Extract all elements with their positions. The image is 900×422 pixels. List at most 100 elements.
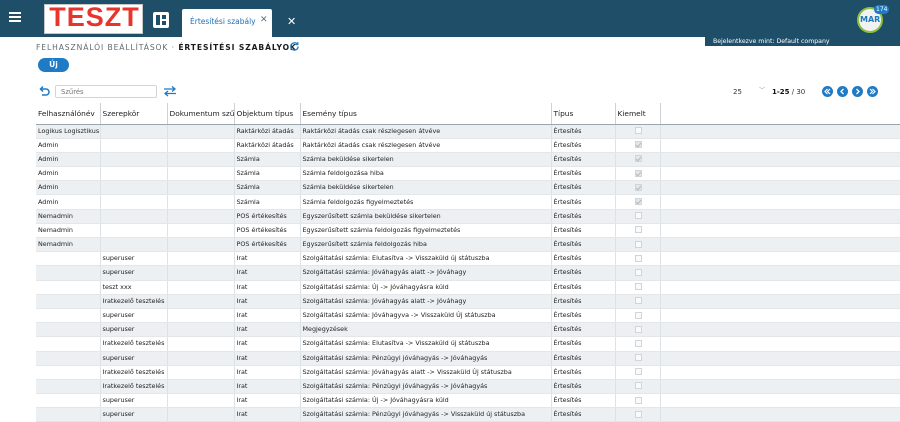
- table-row[interactable]: superuser Irat Szolgáltatási számla: Eluta…: [36, 251, 900, 267]
- table-row[interactable]: Iratkezelő tesztelés Irat Szolgáltatási sz…: [36, 294, 900, 309]
- table-row[interactable]: Nemadmin POS értékesítés Egyszerűsített sz…: [36, 237, 900, 253]
- column-header-username[interactable]: Felhasználónév: [36, 103, 101, 125]
- cell-event-type: Számla beküldése sikertelen: [300, 152, 552, 168]
- highlighted-checkbox[interactable]: [634, 183, 642, 191]
- table-row[interactable]: superuser Irat Szolgáltatási számla: Pénzü…: [36, 407, 900, 422]
- highlighted-checkbox[interactable]: [634, 297, 642, 305]
- cell-event-type: Szolgáltatási számla: Pénzügyi jóváhagyá…: [300, 351, 552, 366]
- tab-notification-rule[interactable]: Értesítési szabály ✕: [182, 9, 272, 37]
- column-header-object-type[interactable]: Objektum típus: [234, 103, 301, 125]
- highlighted-checkbox[interactable]: [634, 410, 642, 418]
- highlighted-checkbox[interactable]: [634, 254, 642, 262]
- cell-highlighted: [615, 138, 661, 153]
- highlighted-checkbox[interactable]: [634, 198, 642, 206]
- cell-highlighted: [615, 407, 661, 422]
- highlighted-checkbox[interactable]: [634, 311, 642, 319]
- refresh-icon[interactable]: [289, 41, 300, 52]
- highlighted-checkbox[interactable]: [634, 240, 642, 248]
- table-row[interactable]: Admin Raktárközi átadás Raktárközi átadás …: [36, 138, 900, 153]
- table-row[interactable]: Nemadmin POS értékesítés Egyszerűsített sz…: [36, 209, 900, 224]
- table-header-row: Felhasználónév Szerepkör Dokumentum szűr…: [36, 103, 900, 125]
- cell-object-type: Raktárközi átadás: [234, 138, 301, 153]
- logo[interactable]: TESZT: [44, 2, 143, 34]
- cell-type: Értesítés: [551, 152, 616, 168]
- cell-filler: [660, 379, 900, 395]
- prev-page-icon[interactable]: [837, 86, 848, 97]
- table-row[interactable]: superuser Irat Szolgáltatási számla: Pénzü…: [36, 351, 900, 366]
- new-rule-button[interactable]: Új: [38, 58, 69, 72]
- table-row[interactable]: Admin Számla Számla beküldése sikertelen Ér…: [36, 180, 900, 196]
- first-page-icon[interactable]: [822, 86, 833, 97]
- cell-object-type: Irat: [234, 393, 301, 409]
- cell-document-filter: [167, 336, 235, 352]
- highlighted-checkbox[interactable]: [634, 368, 642, 376]
- table-row[interactable]: superuser Irat Szolgáltatási számla: Jóváh…: [36, 308, 900, 324]
- highlighted-checkbox[interactable]: [634, 268, 642, 276]
- tab-label: Értesítési szabály: [190, 17, 256, 26]
- table-row[interactable]: teszt xxx Irat Szolgáltatási számla: Új ->…: [36, 280, 900, 295]
- close-all-tabs-icon[interactable]: ✕: [287, 15, 296, 28]
- filter-input[interactable]: [55, 85, 157, 98]
- next-page-icon[interactable]: [852, 86, 863, 97]
- highlighted-checkbox[interactable]: [634, 127, 642, 135]
- chevron-down-icon[interactable]: ﹀: [759, 85, 765, 94]
- table-row[interactable]: superuser Irat Szolgáltatási számla: Új ->…: [36, 393, 900, 409]
- cell-highlighted: [615, 223, 661, 239]
- cell-object-type: POS értékesítés: [234, 209, 301, 224]
- highlighted-checkbox[interactable]: [634, 354, 642, 362]
- table-row[interactable]: Admin Számla Számla beküldése sikertelen Ér…: [36, 152, 900, 168]
- highlighted-checkbox[interactable]: [634, 325, 642, 333]
- column-header-event-type[interactable]: Esemény típus: [300, 103, 552, 125]
- table-row[interactable]: superuser Irat Megjegyzések Értesítés: [36, 322, 900, 338]
- table-row[interactable]: Admin Számla Számla feldolgozása hiba Értes…: [36, 166, 900, 182]
- cell-highlighted: [615, 379, 661, 395]
- cell-event-type: Szolgáltatási számla: Elutasítva -> Viss…: [300, 251, 552, 267]
- table-row[interactable]: Iratkezelő tesztelés Irat Szolgáltatási sz…: [36, 336, 900, 352]
- cell-highlighted: [615, 280, 661, 295]
- table-body: Logikus Logisztikus Raktárközi átadás Rakt…: [36, 124, 900, 422]
- column-header-type[interactable]: Típus: [551, 103, 616, 125]
- column-header-role[interactable]: Szerepkör: [100, 103, 168, 125]
- cell-document-filter: [167, 407, 235, 422]
- cell-filler: [660, 308, 900, 324]
- cell-document-filter: [167, 265, 235, 281]
- cell-role: [100, 180, 168, 196]
- cell-filler: [660, 294, 900, 309]
- table-row[interactable]: Iratkezelő tesztelés Irat Szolgáltatási sz…: [36, 365, 900, 380]
- hamburger-icon[interactable]: [9, 12, 21, 22]
- breadcrumb-parent[interactable]: FELHASZNÁLÓI BEÁLLÍTÁSOK: [36, 43, 168, 52]
- swap-arrows-icon[interactable]: [163, 85, 177, 97]
- cell-username: Nemadmin: [36, 223, 101, 239]
- highlighted-checkbox[interactable]: [634, 396, 642, 404]
- highlighted-checkbox[interactable]: [634, 339, 642, 347]
- column-header-document-filter[interactable]: Dokumentum szűrés: [167, 103, 235, 125]
- dashboard-grid-icon[interactable]: [153, 12, 169, 28]
- cell-type: Értesítés: [551, 223, 616, 239]
- close-icon[interactable]: ✕: [260, 15, 268, 25]
- cell-username: [36, 265, 101, 281]
- highlighted-checkbox[interactable]: [634, 212, 642, 220]
- cell-document-filter: [167, 294, 235, 309]
- cell-document-filter: [167, 351, 235, 366]
- cell-event-type: Szolgáltatási számla: Új -> Jóváhagyásra…: [300, 393, 552, 409]
- table-row[interactable]: Nemadmin POS értékesítés Egyszerűsített sz…: [36, 223, 900, 239]
- undo-filter-icon[interactable]: [38, 85, 50, 97]
- cell-document-filter: [167, 166, 235, 182]
- cell-filler: [660, 365, 900, 380]
- cell-document-filter: [167, 138, 235, 153]
- cell-type: Értesítés: [551, 166, 616, 182]
- highlighted-checkbox[interactable]: [634, 155, 642, 163]
- highlighted-checkbox[interactable]: [634, 169, 642, 177]
- column-header-highlighted[interactable]: Kiemelt: [615, 103, 661, 125]
- table-row[interactable]: Logikus Logisztikus Raktárközi átadás Rakt…: [36, 124, 900, 139]
- table-row[interactable]: superuser Irat Szolgáltatási számla: Jóváh…: [36, 265, 900, 281]
- highlighted-checkbox[interactable]: [634, 226, 642, 234]
- highlighted-checkbox[interactable]: [634, 141, 642, 149]
- cell-type: Értesítés: [551, 294, 616, 309]
- table-row[interactable]: Admin Számla Számla feldolgozás figyelmezt…: [36, 194, 900, 210]
- highlighted-checkbox[interactable]: [634, 283, 642, 291]
- last-page-icon[interactable]: [867, 86, 878, 97]
- table-row[interactable]: Iratkezelő tesztelés Irat Szolgáltatási sz…: [36, 379, 900, 395]
- highlighted-checkbox[interactable]: [634, 382, 642, 390]
- cell-object-type: Számla: [234, 166, 301, 182]
